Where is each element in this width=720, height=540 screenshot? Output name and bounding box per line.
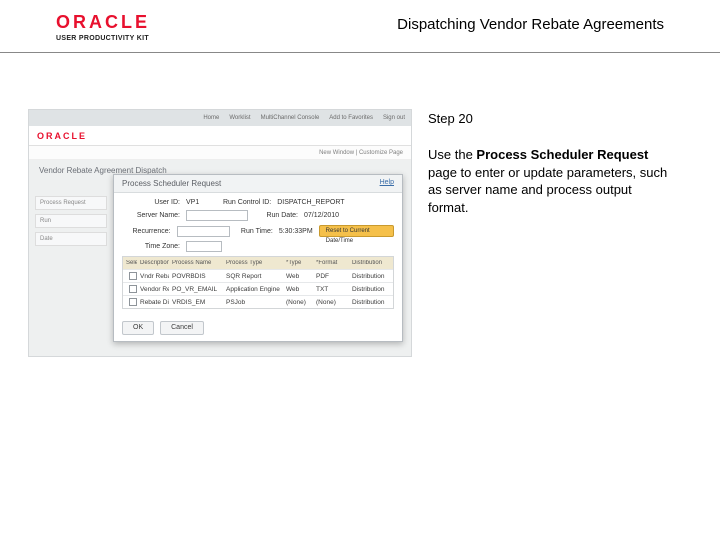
user-id-value: VP1 [186,199,199,206]
nav-item: Worklist [229,115,250,121]
run-time-label: Run Time: [236,228,273,235]
app-subnav: New Window | Customize Page [29,146,411,160]
cell-format[interactable]: TXT [313,286,349,293]
run-date-label: Run Date: [254,212,298,219]
cell-ptype: PSJob [223,299,283,306]
recurrence-label: Recurrence: [122,228,171,235]
server-name-input[interactable] [186,210,248,221]
brand-sub: USER PRODUCTIVITY KIT [56,35,149,42]
process-grid: Select Description Process Name Process … [122,256,394,309]
col-process-type: Process Type [223,260,283,266]
run-date-value: 07/12/2010 [304,212,339,219]
app-screenshot: Home Worklist MultiChannel Console Add t… [28,109,412,357]
user-id-label: User ID: [122,199,180,206]
col-process-name: Process Name [169,260,223,266]
cell-description: Vendor Rebate Email [137,286,169,293]
row-checkbox[interactable] [129,285,137,293]
step-instruction: Use the Process Scheduler Request page t… [428,146,674,216]
cell-pname: PO_VR_EMAIL [169,286,223,293]
cell-dist[interactable]: Distribution [349,286,393,293]
table-row: Rebate Dispatch & Email VRDIS_EM PSJob (… [123,295,393,308]
instruction-prefix: Use the [428,147,476,162]
help-link[interactable]: Help [380,179,394,188]
instruction-bold: Process Scheduler Request [476,147,648,162]
recurrence-input[interactable] [177,226,230,237]
cell-type[interactable]: (None) [283,299,313,306]
time-zone-input[interactable] [186,241,222,252]
side-panel: Process Request Run Date [35,196,107,250]
reset-time-button[interactable]: Reset to Current Date/Time [319,225,394,237]
run-control-label: Run Control ID: [205,199,271,206]
col-description: Description [137,260,169,266]
cell-ptype: Application Engine [223,286,283,293]
table-row: Vendor Rebate Email PO_VR_EMAIL Applicat… [123,282,393,295]
ok-button[interactable]: OK [122,321,154,335]
nav-item: Add to Favorites [329,115,373,121]
side-item: Date [35,232,107,246]
col-format: *Format [313,260,349,266]
col-distribution: Distribution [349,260,393,266]
cell-ptype: SQR Report [223,273,283,280]
page-title: Dispatching Vendor Rebate Agreements [397,12,664,33]
nav-item: Home [203,115,219,121]
time-zone-label: Time Zone: [122,243,180,250]
nav-item: MultiChannel Console [261,115,320,121]
brand-main: ORACLE [56,12,150,33]
cell-description: Rebate Dispatch & Email [137,299,169,306]
cancel-button[interactable]: Cancel [160,321,204,335]
cell-format[interactable]: (None) [313,299,349,306]
run-time-value: 5:30:33PM [279,228,313,235]
cell-pname: POVRBDIS [169,273,223,280]
cell-pname: VRDIS_EM [169,299,223,306]
brand-logo: ORACLE USER PRODUCTIVITY KIT [56,12,150,42]
cell-description: Vndr Rebate Dispatch [137,273,169,280]
process-scheduler-modal: Process Scheduler Request Help User ID: … [113,174,403,342]
row-checkbox[interactable] [129,298,137,306]
side-item: Run [35,214,107,228]
cell-format[interactable]: PDF [313,273,349,280]
app-brand: ORACLE [37,131,87,141]
cell-type[interactable]: Web [283,273,313,280]
table-row: Vndr Rebate Dispatch POVRBDIS SQR Report… [123,269,393,282]
subnav-text: New Window | Customize Page [319,150,403,156]
app-topnav: Home Worklist MultiChannel Console Add t… [29,110,411,126]
cell-type[interactable]: Web [283,286,313,293]
row-checkbox[interactable] [129,272,137,280]
col-select: Select [123,260,137,266]
side-item: Process Request [35,196,107,210]
nav-item: Sign out [383,115,405,121]
step-number: Step 20 [428,111,674,126]
server-name-label: Server Name: [122,212,180,219]
col-type: *Type [283,260,313,266]
run-control-value: DISPATCH_REPORT [277,199,344,206]
cell-dist[interactable]: Distribution [349,299,393,306]
cell-dist[interactable]: Distribution [349,273,393,280]
instruction-suffix: page to enter or update parameters, such… [428,165,667,215]
app-brandbar: ORACLE [29,126,411,146]
modal-title: Process Scheduler Request [122,179,221,188]
